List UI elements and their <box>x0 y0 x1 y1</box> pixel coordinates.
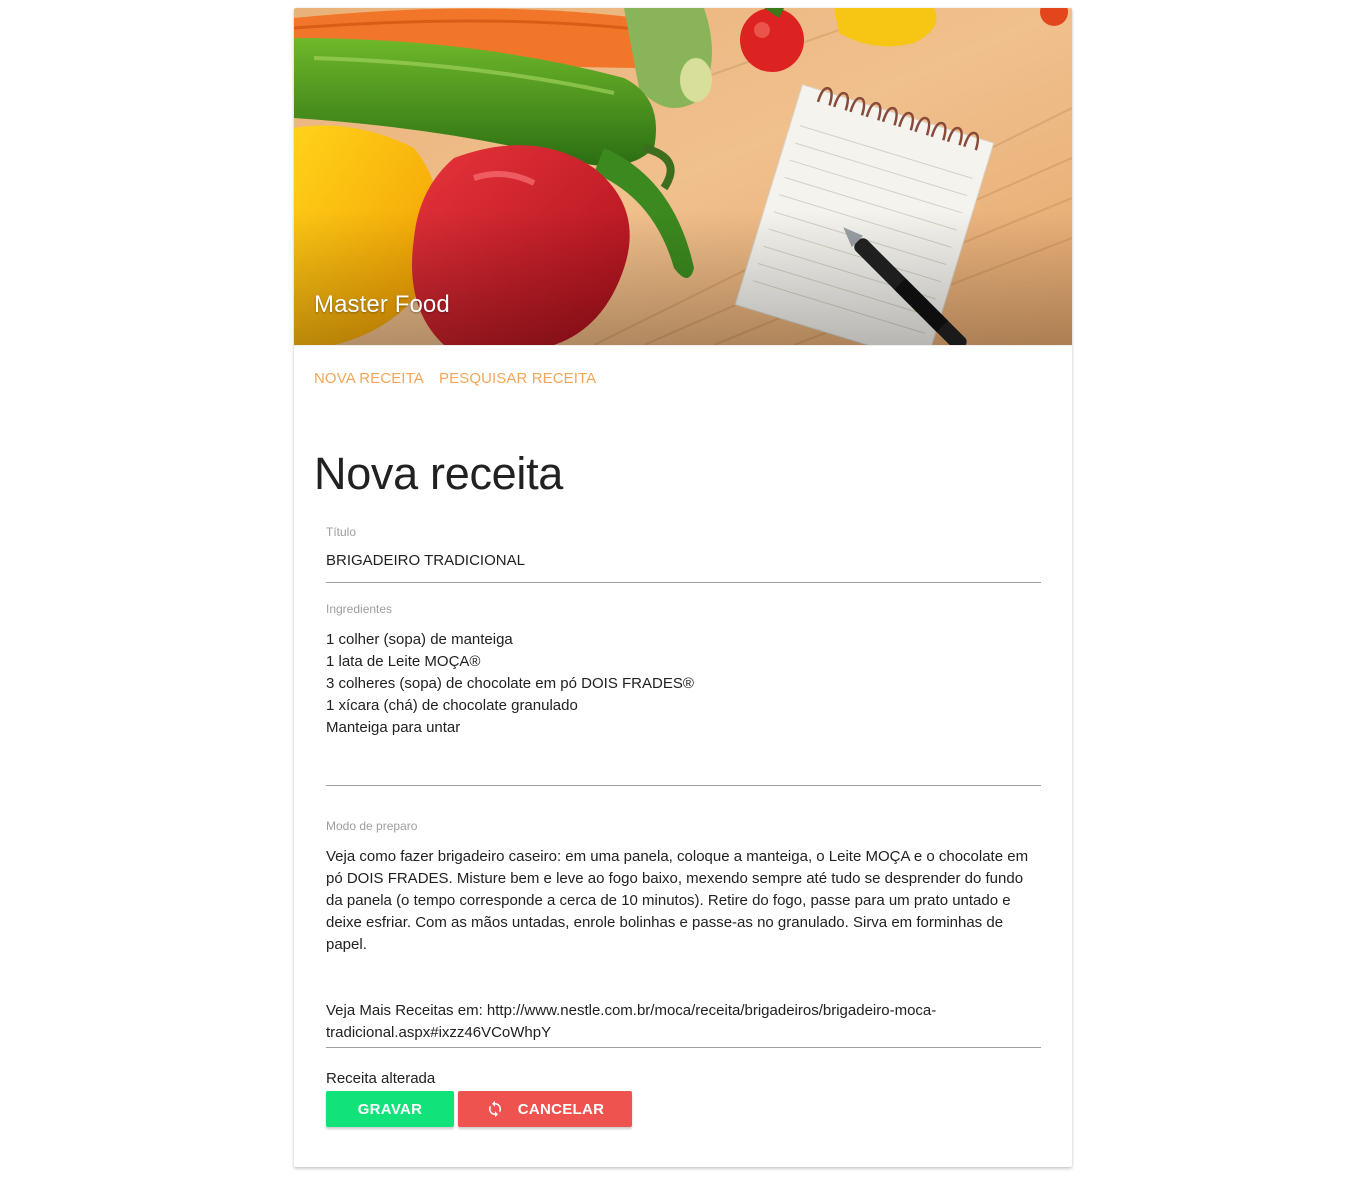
ingredient-line: Manteiga para untar <box>326 719 461 736</box>
recipe-card: Master Food NOVA RECEITA PESQUISAR RECEI… <box>294 8 1072 1167</box>
cancel-button[interactable]: CANCELAR <box>458 1091 632 1127</box>
ingredient-line: 1 colher (sopa) de manteiga <box>326 631 513 648</box>
app-title: Master Food <box>314 291 450 318</box>
method-blank-gap <box>326 956 1041 1000</box>
method-textarea[interactable]: Veja como fazer brigadeiro caseiro: em u… <box>326 846 1041 1044</box>
header-banner: Master Food <box>294 8 1072 345</box>
method-field-label: Modo de preparo <box>326 819 418 833</box>
method-source: Veja Mais Receitas em: http://www.nestle… <box>326 1002 937 1041</box>
save-button[interactable]: GRAVAR <box>326 1091 454 1127</box>
refresh-icon <box>486 1100 504 1118</box>
ingredients-field-label: Ingredientes <box>326 602 393 616</box>
title-field-label: Título <box>326 525 357 539</box>
page-title: Nova receita <box>314 448 564 499</box>
nav-link-pesquisar-receita[interactable]: PESQUISAR RECEITA <box>439 370 596 387</box>
ingredients-textarea[interactable]: 1 colher (sopa) de manteiga 1 lata de Le… <box>326 629 1041 739</box>
ingredients-field[interactable]: Ingredientes 1 colher (sopa) de manteiga… <box>326 602 1041 798</box>
ingredient-line: 1 xícara (chá) de chocolate granulado <box>326 697 578 714</box>
status-message: Receita alterada <box>326 1070 436 1087</box>
top-nav: NOVA RECEITA PESQUISAR RECEITA <box>294 345 1072 411</box>
title-input[interactable]: BRIGADEIRO TRADICIONAL <box>326 550 525 572</box>
method-paragraph: Veja como fazer brigadeiro caseiro: em u… <box>326 848 1029 953</box>
title-field[interactable]: Título BRIGADEIRO TRADICIONAL <box>326 525 1041 585</box>
cancel-button-label: CANCELAR <box>517 1100 605 1118</box>
ingredients-field-underline <box>326 785 1041 786</box>
save-button-label: GRAVAR <box>357 1100 423 1118</box>
ingredient-line: 3 colheres (sopa) de chocolate em pó DOI… <box>326 675 694 692</box>
ingredient-line: 1 lata de Leite MOÇA® <box>326 653 481 670</box>
nav-link-nova-receita[interactable]: NOVA RECEITA <box>314 370 424 387</box>
title-field-underline <box>326 582 1041 583</box>
method-field-underline <box>326 1047 1041 1048</box>
method-field[interactable]: Modo de preparo Veja como fazer brigadei… <box>326 819 1041 1059</box>
